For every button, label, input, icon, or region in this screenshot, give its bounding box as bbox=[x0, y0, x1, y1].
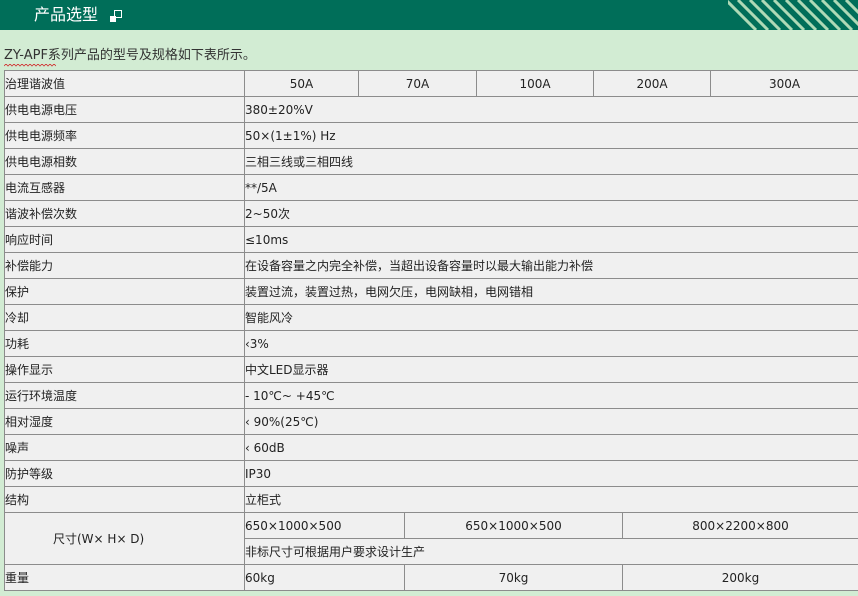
row-label: 重量 bbox=[4, 564, 245, 591]
row-label: 治理谐波值 bbox=[4, 70, 245, 97]
table-row: 操作显示 中文LED显示器 bbox=[4, 356, 858, 383]
row-value: 智能风冷 bbox=[243, 304, 858, 331]
row-label: 尺寸(W× H× D) bbox=[4, 512, 245, 565]
row-value: 380±20%V bbox=[243, 96, 858, 123]
intro-text: ZY-APF系列产品的型号及规格如下表所示。 bbox=[4, 48, 256, 63]
table-row: 谐波补偿次数 2~50次 bbox=[4, 200, 858, 227]
row-value: ‹3% bbox=[243, 330, 858, 357]
table-row: 噪声 ‹ 60dB bbox=[4, 434, 858, 461]
row-value: ≤10ms bbox=[243, 226, 858, 253]
row-value: 装置过流，装置过热，电网欠压，电网缺相，电网错相 bbox=[243, 278, 858, 305]
row-label: 结构 bbox=[4, 486, 245, 513]
table-row: 供电电源频率 50×(1±1%) Hz bbox=[4, 122, 858, 149]
table-row: 防护等级 IP30 bbox=[4, 460, 858, 487]
section-header: 产品选型 bbox=[0, 0, 858, 30]
header-cell: 200A bbox=[593, 70, 712, 97]
row-value: **/5A bbox=[243, 174, 858, 201]
row-label: 防护等级 bbox=[4, 460, 245, 487]
row-value: 中文LED显示器 bbox=[243, 356, 858, 383]
section-title: 产品选型 bbox=[34, 5, 99, 24]
size-cell: 800×2200×800 bbox=[622, 512, 858, 539]
row-value: 立柜式 bbox=[243, 486, 858, 513]
header-cell: 100A bbox=[476, 70, 595, 97]
row-label: 供电电源频率 bbox=[4, 122, 245, 149]
row-value: 2~50次 bbox=[243, 200, 858, 227]
square-corner-icon bbox=[110, 10, 122, 22]
table-row: 保护 装置过流，装置过热，电网欠压，电网缺相，电网错相 bbox=[4, 278, 858, 305]
row-label: 供电电源电压 bbox=[4, 96, 245, 123]
header-cell: 70A bbox=[357, 70, 478, 97]
table-row: 运行环境温度 - 10℃~ +45℃ bbox=[4, 382, 858, 409]
table-row: 功耗 ‹3% bbox=[4, 330, 858, 357]
row-value: IP30 bbox=[243, 460, 858, 487]
row-label: 噪声 bbox=[4, 434, 245, 461]
size-cell: 650×1000×500 bbox=[403, 512, 624, 539]
table-row: 冷却 智能风冷 bbox=[4, 304, 858, 331]
row-value: ‹ 90%(25℃) bbox=[243, 408, 858, 435]
weight-cell: 200kg bbox=[622, 564, 858, 591]
row-label: 供电电源相数 bbox=[4, 148, 245, 175]
spellcheck-underline bbox=[4, 64, 56, 67]
table-row-size: 尺寸(W× H× D) 650×1000×500 650×1000×500 80… bbox=[4, 512, 858, 565]
row-label: 响应时间 bbox=[4, 226, 245, 253]
row-label: 相对湿度 bbox=[4, 408, 245, 435]
spec-table: 治理谐波值 50A 70A 100A 200A 300A 供电电源电压 380±… bbox=[4, 70, 858, 591]
header-cell: 300A bbox=[710, 70, 858, 97]
row-label: 电流互感器 bbox=[4, 174, 245, 201]
size-note: 非标尺寸可根据用户要求设计生产 bbox=[243, 538, 858, 565]
weight-cell: 70kg bbox=[403, 564, 624, 591]
table-row: 电流互感器 **/5A bbox=[4, 174, 858, 201]
header-cell: 50A bbox=[244, 70, 359, 97]
table-row: 响应时间 ≤10ms bbox=[4, 226, 858, 253]
table-header-row: 治理谐波值 50A 70A 100A 200A 300A bbox=[4, 70, 858, 97]
table-row: 相对湿度 ‹ 90%(25℃) bbox=[4, 408, 858, 435]
header-stripes bbox=[728, 0, 858, 30]
row-value: 50×(1±1%) Hz bbox=[243, 122, 858, 149]
table-row: 供电电源电压 380±20%V bbox=[4, 96, 858, 123]
table-row-weight: 重量 60kg 70kg 200kg bbox=[4, 564, 858, 591]
row-label: 功耗 bbox=[4, 330, 245, 357]
row-label: 保护 bbox=[4, 278, 245, 305]
row-value: - 10℃~ +45℃ bbox=[243, 382, 858, 409]
row-value: 三相三线或三相四线 bbox=[243, 148, 858, 175]
table-row: 补偿能力 在设备容量之内完全补偿，当超出设备容量时以最大输出能力补偿 bbox=[4, 252, 858, 279]
row-label: 运行环境温度 bbox=[4, 382, 245, 409]
size-cell: 650×1000×500 bbox=[244, 512, 405, 539]
row-label: 冷却 bbox=[4, 304, 245, 331]
row-value: ‹ 60dB bbox=[243, 434, 858, 461]
row-label: 谐波补偿次数 bbox=[4, 200, 245, 227]
row-label: 补偿能力 bbox=[4, 252, 245, 279]
table-row: 结构 立柜式 bbox=[4, 486, 858, 513]
row-value: 在设备容量之内完全补偿，当超出设备容量时以最大输出能力补偿 bbox=[243, 252, 858, 279]
row-label: 操作显示 bbox=[4, 356, 245, 383]
weight-cell: 60kg bbox=[244, 564, 405, 591]
table-row: 供电电源相数 三相三线或三相四线 bbox=[4, 148, 858, 175]
